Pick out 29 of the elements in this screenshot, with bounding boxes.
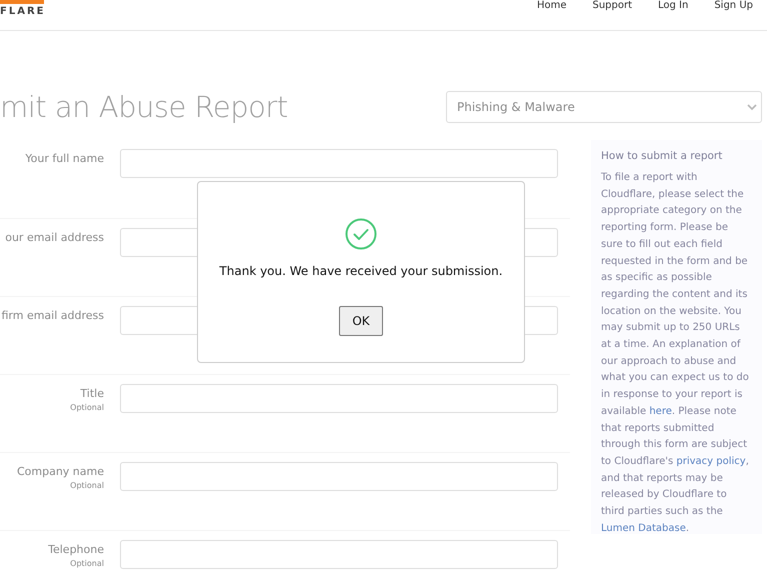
field-label: Your full name <box>25 152 104 165</box>
logo-text[interactable]: FLARE <box>0 6 46 17</box>
logo-mark <box>0 0 44 4</box>
field-label: Title <box>80 387 104 400</box>
help-title: How to submit a report <box>601 150 724 162</box>
page-title: mit an Abuse Report <box>0 90 288 124</box>
field-label: Company name <box>16 465 104 478</box>
text-input-field[interactable] <box>120 540 558 569</box>
optional-hint: Optional <box>70 559 104 568</box>
check-circle-icon <box>345 218 377 250</box>
ok-button[interactable]: OK <box>339 306 383 336</box>
optional-hint: Optional <box>70 403 104 412</box>
nav-link[interactable]: Sign Up <box>714 0 753 12</box>
text-input-field[interactable] <box>120 462 558 491</box>
optional-hint: Optional <box>70 481 104 490</box>
help-link[interactable]: Lumen Database <box>601 522 686 534</box>
text-input-field[interactable] <box>120 149 558 178</box>
help-link[interactable]: privacy policy <box>676 456 746 467</box>
field-label: firm email address <box>1 309 104 322</box>
help-text: To file a report with Cloudflare, please select the appropriate category on the reporting form. Please be sure to fill out each field requested in the form and be as specific as possible regarding the content and its location on the website. You may submit up to 250 URLs at a time. An explanation of our approach to abuse and what you can expect us to do in response to your report is available here. Please note that reports submitted through this form are subject to Cloudflare's privacy policy, and that reports may be released by Cloudflare to third parties such as the Lumen Database. <box>601 171 750 536</box>
nav-link[interactable]: Home <box>536 0 566 12</box>
help-link[interactable]: here <box>649 406 672 417</box>
field-label: Telephone <box>48 543 104 556</box>
field-label: our email address <box>5 231 104 244</box>
nav-link[interactable]: Support <box>592 0 632 12</box>
dialog-message: Thank you. We have received your submission. <box>219 264 503 278</box>
nav-link[interactable]: Log In <box>658 0 688 12</box>
text-input-field[interactable] <box>120 384 558 413</box>
chevron-down-icon <box>747 104 757 110</box>
